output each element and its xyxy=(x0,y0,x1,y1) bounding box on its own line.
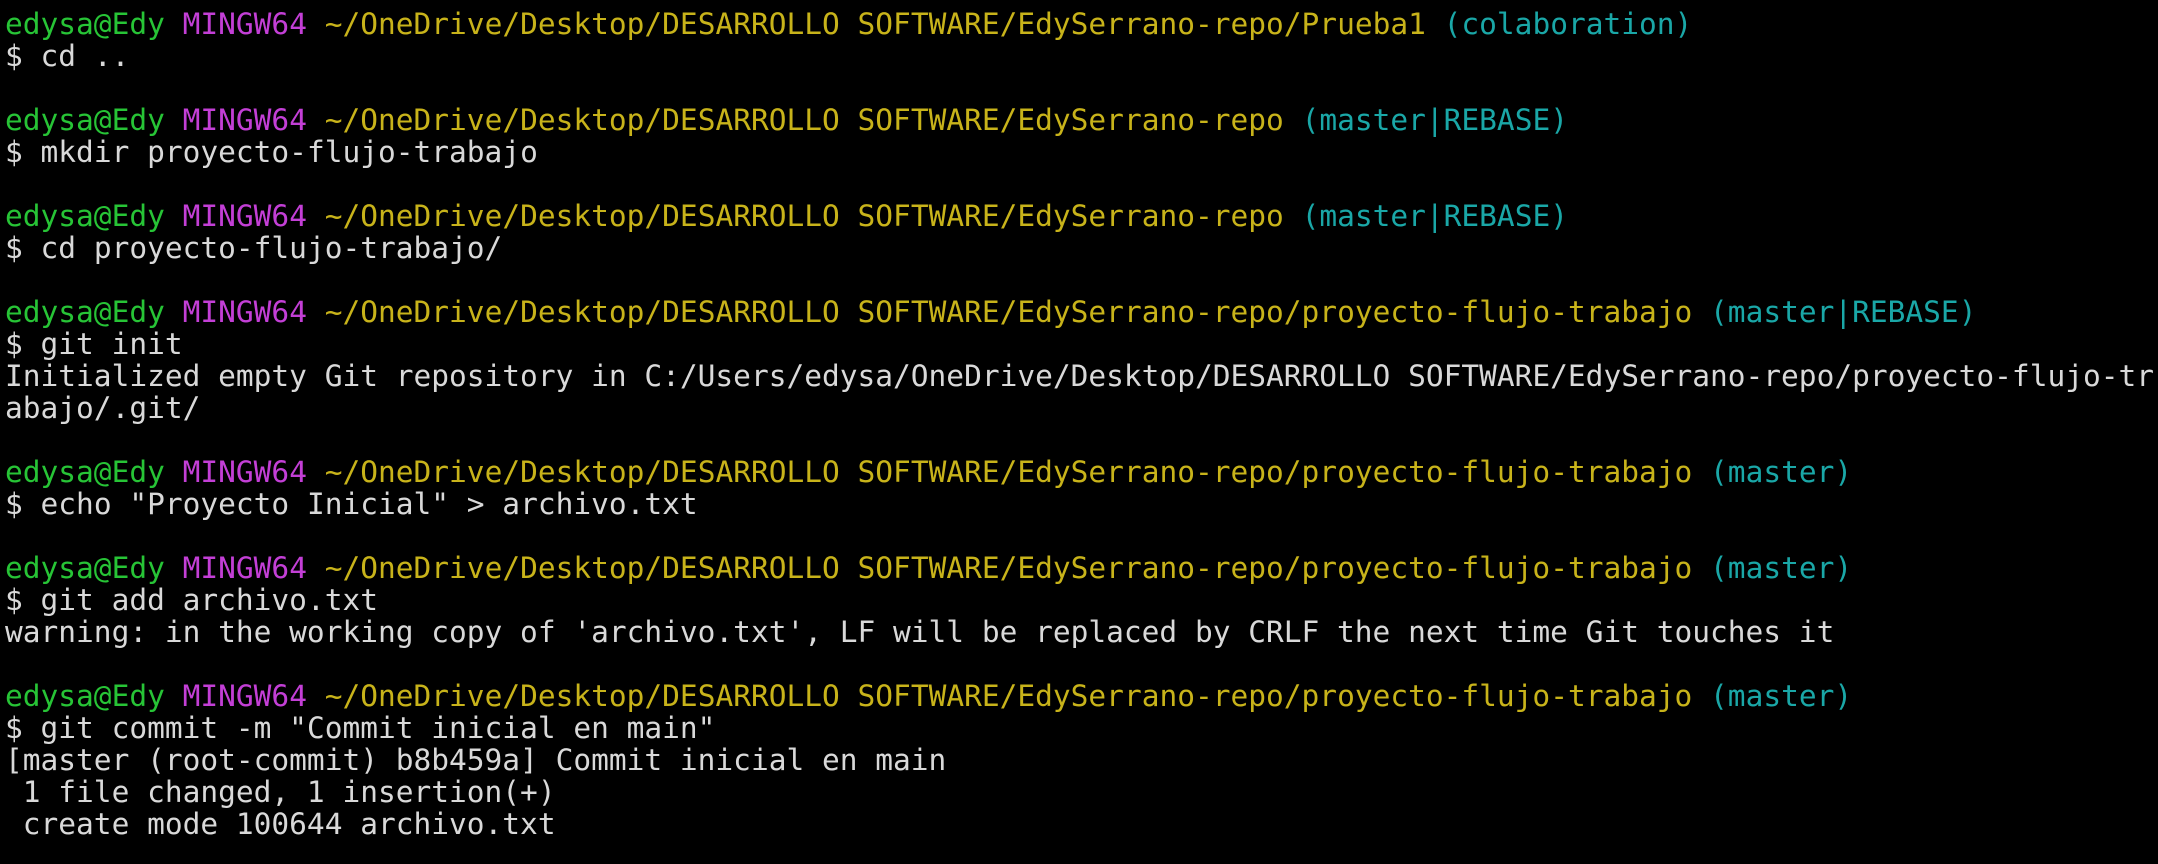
prompt-line: edysa@Edy MINGW64 ~/OneDrive/Desktop/DES… xyxy=(5,552,2155,584)
prompt-branch: (master) xyxy=(1710,455,1853,489)
output-line: 1 file changed, 1 insertion(+) xyxy=(5,776,2155,808)
prompt-user-host: edysa@Edy xyxy=(5,199,165,233)
output-line: abajo/.git/ xyxy=(5,392,2155,424)
command-line: $ git init xyxy=(5,328,2155,360)
prompt-symbol: $ xyxy=(5,487,23,521)
prompt-path: ~/OneDrive/Desktop/DESARROLLO SOFTWARE/E… xyxy=(324,8,1426,41)
prompt-symbol: $ xyxy=(5,135,23,169)
prompt-line: edysa@Edy MINGW64 ~/OneDrive/Desktop/DES… xyxy=(5,296,2155,328)
command-text: git add archivo.txt xyxy=(40,583,378,617)
command-line: $ echo "Proyecto Inicial" > archivo.txt xyxy=(5,488,2155,520)
output-text: [master (root-commit) b8b459a] Commit in… xyxy=(5,743,947,777)
command-line: $ cd .. xyxy=(5,40,2155,72)
command-text: echo "Proyecto Inicial" > archivo.txt xyxy=(40,487,698,521)
prompt-symbol: $ xyxy=(5,327,23,361)
prompt-symbol: $ xyxy=(5,231,23,265)
prompt-path: ~/OneDrive/Desktop/DESARROLLO SOFTWARE/E… xyxy=(324,103,1284,137)
prompt-line: edysa@Edy MINGW64 ~/OneDrive/Desktop/DES… xyxy=(5,200,2155,232)
output-line: [master (root-commit) b8b459a] Commit in… xyxy=(5,744,2155,776)
prompt-symbol: $ xyxy=(5,711,23,745)
output-text: 1 file changed, 1 insertion(+) xyxy=(5,775,556,809)
output-line: warning: in the working copy of 'archivo… xyxy=(5,616,2155,648)
prompt-path: ~/OneDrive/Desktop/DESARROLLO SOFTWARE/E… xyxy=(324,295,1693,329)
command-text: cd .. xyxy=(40,39,130,73)
prompt-symbol: $ xyxy=(5,39,23,73)
command-text: cd proyecto-flujo-trabajo/ xyxy=(40,231,503,265)
prompt-system: MINGW64 xyxy=(182,455,307,489)
command-text: mkdir proyecto-flujo-trabajo xyxy=(40,135,538,169)
prompt-path: ~/OneDrive/Desktop/DESARROLLO SOFTWARE/E… xyxy=(324,679,1693,713)
prompt-branch: (master) xyxy=(1710,551,1853,585)
command-line: $ git commit -m "Commit inicial en main" xyxy=(5,712,2155,744)
prompt-branch: (master|REBASE) xyxy=(1710,295,1977,329)
prompt-user-host: edysa@Edy xyxy=(5,551,165,585)
command-line: $ cd proyecto-flujo-trabajo/ xyxy=(5,232,2155,264)
prompt-path: ~/OneDrive/Desktop/DESARROLLO SOFTWARE/E… xyxy=(324,551,1693,585)
command-line: $ git add archivo.txt xyxy=(5,584,2155,616)
output-line: Initialized empty Git repository in C:/U… xyxy=(5,360,2155,392)
output-text: Initialized empty Git repository in C:/U… xyxy=(5,359,2155,393)
command-line: $ mkdir proyecto-flujo-trabajo xyxy=(5,136,2155,168)
prompt-system: MINGW64 xyxy=(182,103,307,137)
prompt-system: MINGW64 xyxy=(182,8,307,41)
prompt-branch: (colaboration) xyxy=(1443,8,1693,41)
command-text: git init xyxy=(40,327,183,361)
prompt-line: edysa@Edy MINGW64 ~/OneDrive/Desktop/DES… xyxy=(5,104,2155,136)
command-text: git commit -m "Commit inicial en main" xyxy=(40,711,716,745)
prompt-symbol: $ xyxy=(5,583,23,617)
prompt-system: MINGW64 xyxy=(182,551,307,585)
prompt-line: edysa@Edy MINGW64 ~/OneDrive/Desktop/DES… xyxy=(5,8,2155,40)
output-text: create mode 100644 archivo.txt xyxy=(5,807,556,841)
prompt-system: MINGW64 xyxy=(182,199,307,233)
output-line: create mode 100644 archivo.txt xyxy=(5,808,2155,840)
prompt-user-host: edysa@Edy xyxy=(5,103,165,137)
output-text: abajo/.git/ xyxy=(5,391,201,425)
prompt-system: MINGW64 xyxy=(182,679,307,713)
prompt-user-host: edysa@Edy xyxy=(5,295,165,329)
prompt-line: edysa@Edy MINGW64 ~/OneDrive/Desktop/DES… xyxy=(5,680,2155,712)
prompt-path: ~/OneDrive/Desktop/DESARROLLO SOFTWARE/E… xyxy=(324,199,1284,233)
prompt-branch: (master|REBASE) xyxy=(1301,199,1568,233)
output-text: warning: in the working copy of 'archivo… xyxy=(5,615,1835,649)
prompt-line: edysa@Edy MINGW64 ~/OneDrive/Desktop/DES… xyxy=(5,456,2155,488)
prompt-user-host: edysa@Edy xyxy=(5,455,165,489)
prompt-path: ~/OneDrive/Desktop/DESARROLLO SOFTWARE/E… xyxy=(324,455,1693,489)
prompt-user-host: edysa@Edy xyxy=(5,8,165,41)
prompt-system: MINGW64 xyxy=(182,295,307,329)
prompt-branch: (master) xyxy=(1710,679,1853,713)
prompt-branch: (master|REBASE) xyxy=(1301,103,1568,137)
prompt-user-host: edysa@Edy xyxy=(5,679,165,713)
terminal-output[interactable]: edysa@Edy MINGW64 ~/OneDrive/Desktop/DES… xyxy=(5,8,2155,860)
